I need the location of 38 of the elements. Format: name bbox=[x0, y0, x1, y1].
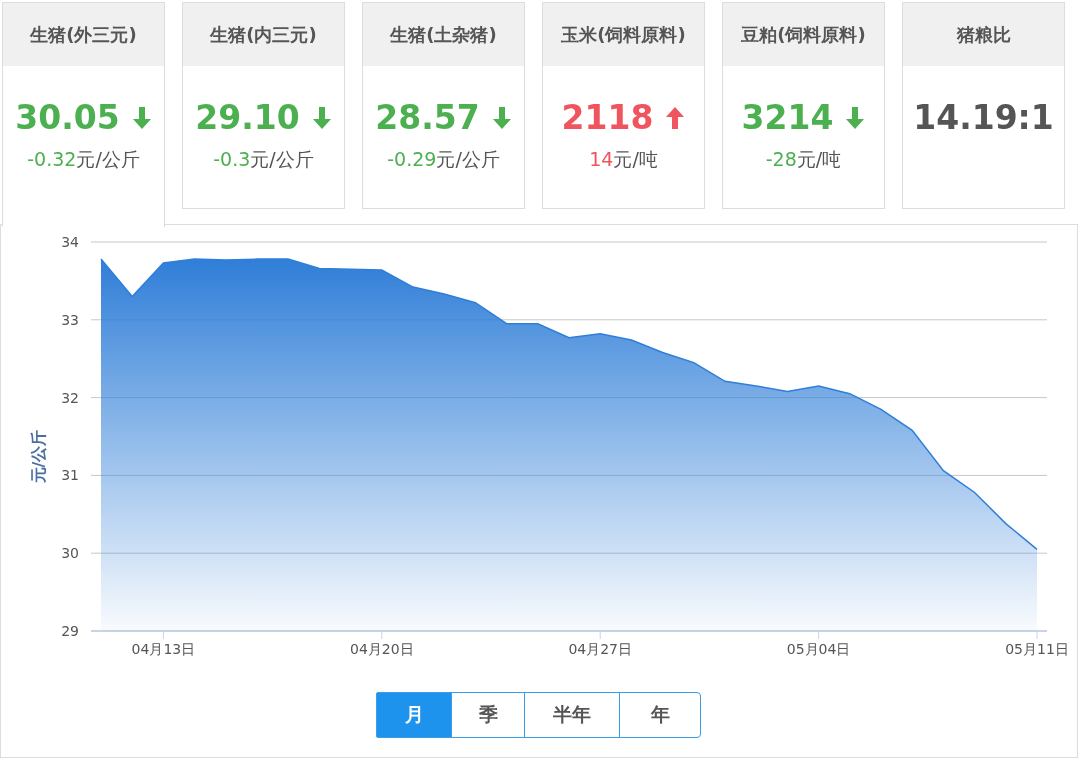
price-tab[interactable]: 玉米(饲料原料) 2118 14元/吨 bbox=[542, 2, 705, 209]
x-tick-label: 04月13日 bbox=[131, 641, 196, 657]
y-tick-label: 34 bbox=[61, 234, 79, 250]
x-tick-label: 05月11日 bbox=[1005, 641, 1069, 657]
x-tick-label: 05月04日 bbox=[786, 641, 851, 657]
price-change: -0.32元/公斤 bbox=[27, 147, 140, 172]
price-value: 14.19:1 bbox=[913, 98, 1054, 137]
price-tab[interactable]: 生猪(土杂猪) 28.57 -0.29元/公斤 bbox=[362, 2, 525, 209]
price-value: 28.57 bbox=[375, 98, 480, 137]
tab-title: 生猪(土杂猪) bbox=[363, 3, 524, 66]
price-value: 3214 bbox=[741, 98, 834, 137]
tab-title: 豆粕(饲料原料) bbox=[723, 3, 884, 66]
y-tick-label: 31 bbox=[61, 467, 79, 484]
tab-title: 猪粮比 bbox=[903, 3, 1064, 66]
price-value: 29.10 bbox=[195, 98, 300, 137]
price-value: 2118 bbox=[561, 98, 654, 137]
price-change: -0.29元/公斤 bbox=[387, 147, 500, 172]
price-value: 30.05 bbox=[15, 98, 120, 137]
price-change: -0.3元/公斤 bbox=[213, 147, 314, 172]
y-tick-label: 33 bbox=[61, 311, 79, 328]
price-tab[interactable]: 豆粕(饲料原料) 3214 -28元/吨 bbox=[722, 2, 885, 209]
x-tick-label: 04月27日 bbox=[568, 641, 632, 657]
tab-title: 生猪(内三元) bbox=[183, 3, 344, 66]
price-tab[interactable]: 生猪(外三元) 30.05 -0.32元/公斤 bbox=[2, 2, 165, 227]
range-tab[interactable]: 半年 bbox=[524, 692, 620, 738]
y-tick-label: 29 bbox=[61, 623, 79, 639]
tab-title: 玉米(饲料原料) bbox=[543, 3, 704, 66]
y-axis-label: 元/公斤 bbox=[29, 429, 48, 484]
price-change: -28元/吨 bbox=[765, 147, 842, 172]
y-tick-label: 30 bbox=[61, 545, 79, 562]
y-tick-label: 32 bbox=[61, 389, 79, 406]
range-tab[interactable]: 年 bbox=[619, 692, 701, 738]
tab-title: 生猪(外三元) bbox=[3, 3, 164, 66]
price-tab[interactable]: 猪粮比 14.19:1 bbox=[902, 2, 1065, 209]
price-tab[interactable]: 生猪(内三元) 29.10 -0.3元/公斤 bbox=[182, 2, 345, 209]
price-change: 14元/吨 bbox=[589, 147, 658, 172]
x-tick-label: 04月20日 bbox=[350, 641, 414, 657]
range-tab[interactable]: 季 bbox=[451, 692, 525, 738]
